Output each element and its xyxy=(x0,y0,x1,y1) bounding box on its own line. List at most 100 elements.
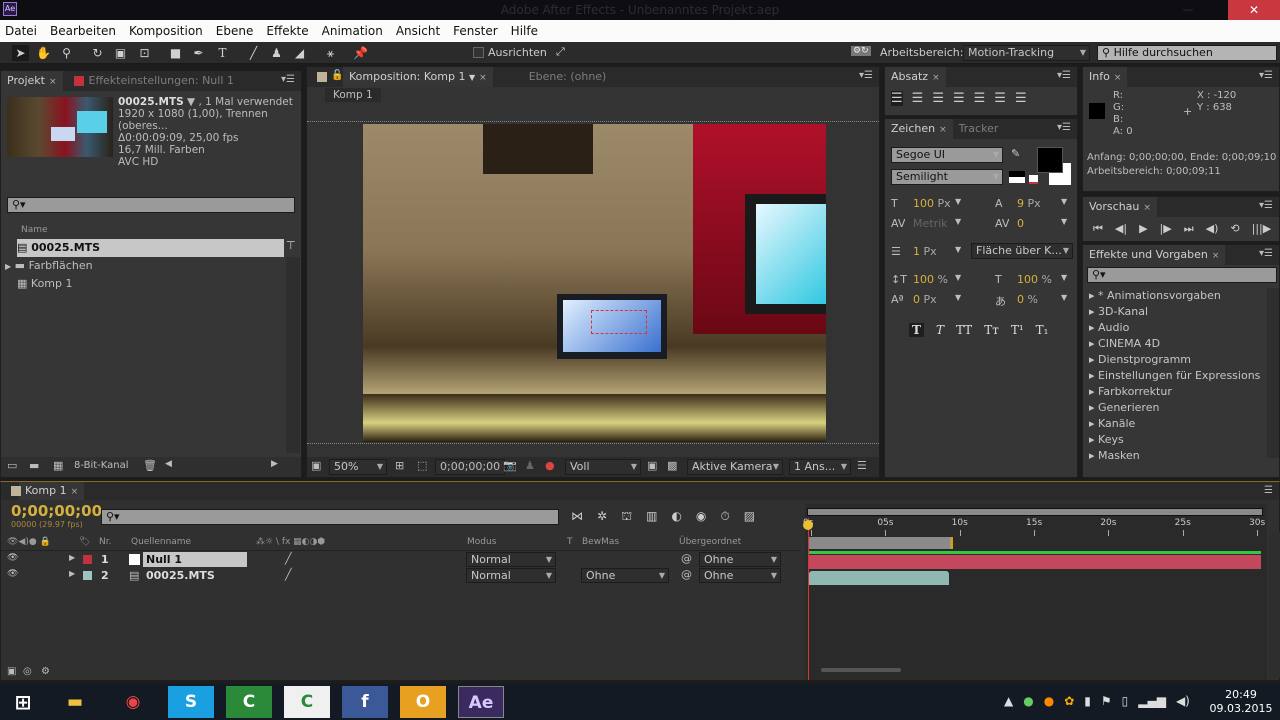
footage-dropdown-icon[interactable]: ▼ xyxy=(187,96,195,108)
project-scrollbar[interactable] xyxy=(286,257,300,453)
source-name-header[interactable]: Quellenname xyxy=(131,537,191,547)
justify-left-icon[interactable]: ☰ xyxy=(953,91,965,106)
timeline-scrollbar[interactable] xyxy=(1269,532,1280,678)
workspace-sync-icon[interactable]: ⚙↻ xyxy=(851,46,871,56)
tray-app-icon[interactable]: ● xyxy=(1044,694,1054,708)
project-item[interactable]: ▤ 00025.MTS xyxy=(17,239,284,257)
tray-app-icon[interactable]: ✿ xyxy=(1064,694,1074,708)
blend-mode-dropdown[interactable]: Normal xyxy=(466,552,556,567)
track-matte-dropdown[interactable]: Ohne xyxy=(581,568,669,583)
clock[interactable]: 20:49 09.03.2015 xyxy=(1206,688,1276,716)
effects-category[interactable]: ▸ Kanäle xyxy=(1083,416,1265,432)
layer-name[interactable]: Null 1 xyxy=(143,552,247,567)
kerning-value[interactable]: Metrik xyxy=(913,217,948,230)
first-frame-icon[interactable]: ⏮ xyxy=(1093,222,1103,236)
brainstorm-icon[interactable]: ◉ xyxy=(696,509,706,525)
work-area-bar[interactable] xyxy=(809,537,953,549)
faux-bold-button[interactable]: T xyxy=(909,323,924,337)
expand-layer-icon[interactable]: ▶ xyxy=(69,569,75,578)
tab-tracker[interactable]: Tracker xyxy=(953,119,1005,139)
comp-mini-flowchart-icon[interactable]: ⋈ xyxy=(571,509,583,525)
lock-icon[interactable]: 🔓 xyxy=(331,70,343,81)
parent-dropdown[interactable]: Ohne xyxy=(699,552,781,567)
visibility-icon[interactable]: 👁 xyxy=(7,553,18,563)
text-tool-icon[interactable]: T xyxy=(214,45,231,61)
menu-hilfe[interactable]: Hilfe xyxy=(511,24,538,38)
toggle-switches-icon[interactable]: ▣ xyxy=(7,666,16,677)
stroke-mode-dropdown[interactable]: Fläche über K... xyxy=(971,243,1073,259)
magnification-dropdown[interactable]: 50% xyxy=(329,459,387,475)
last-frame-icon[interactable]: ⏭ xyxy=(1184,222,1194,236)
align-left-icon[interactable]: ☰ xyxy=(891,91,903,106)
resolution-dropdown[interactable]: Voll xyxy=(565,459,641,475)
usb-icon[interactable]: ▮ xyxy=(1084,694,1091,708)
rectangle-tool-icon[interactable]: ■ xyxy=(167,45,184,61)
views-dropdown[interactable]: 1 Ans... xyxy=(789,459,851,475)
menu-bearbeiten[interactable]: Bearbeiten xyxy=(50,24,116,38)
faux-italic-button[interactable]: T xyxy=(936,323,944,337)
no-color-icon[interactable] xyxy=(1029,175,1038,184)
baseline-shift-value[interactable]: 0 Px xyxy=(913,293,937,306)
selection-tool-icon[interactable]: ➤ xyxy=(12,45,29,61)
after-effects-taskbar-icon[interactable]: Ae xyxy=(458,686,504,718)
effects-category[interactable]: ▸ Generieren xyxy=(1083,400,1265,416)
time-ruler[interactable]: 0s05s10s15s20s25s30s xyxy=(803,518,1267,536)
panel-menu-icon[interactable]: ▾☰ xyxy=(1259,200,1273,211)
effects-category[interactable]: ▸ Einstellungen für Expressions xyxy=(1083,368,1265,384)
font-style-dropdown[interactable]: Semilight xyxy=(891,169,1003,185)
safe-zones-icon[interactable]: ⊞ xyxy=(395,459,404,472)
close-button[interactable]: ✕ xyxy=(1228,0,1280,20)
pan-behind-tool-icon[interactable]: ⊡ xyxy=(136,45,153,61)
toggle-pixel-aspect-icon[interactable]: ☰ xyxy=(857,459,867,472)
signal-icon[interactable]: ▂▄▆ xyxy=(1138,694,1166,708)
superscript-button[interactable]: T¹ xyxy=(1011,323,1024,337)
next-frame-icon[interactable]: |▶ xyxy=(1160,222,1172,236)
menu-animation[interactable]: Animation xyxy=(322,24,383,38)
stroke-width-value[interactable]: 1 Px xyxy=(913,245,937,258)
tab-ebene[interactable]: Ebene: (ohne) xyxy=(523,67,613,87)
minimize-button[interactable]: — xyxy=(1176,0,1200,20)
layer-label-color[interactable] xyxy=(83,555,92,564)
flag-icon[interactable]: ⚑ xyxy=(1101,694,1112,708)
rotate-tool-icon[interactable]: ↻ xyxy=(89,45,106,61)
toggle-stretch-icon[interactable]: ⚙ xyxy=(41,666,50,677)
layer-label-color[interactable] xyxy=(83,571,92,580)
layer-bar-00025[interactable] xyxy=(809,571,949,585)
layer-row[interactable]: 👁 ▶ 2 ▤ 00025.MTS ╱ Normal Ohne @ Ohne xyxy=(1,568,801,584)
align-center-icon[interactable]: ☰ xyxy=(912,91,924,106)
leading-value[interactable]: 9 Px xyxy=(1017,197,1041,210)
frame-blending-icon[interactable]: ▥ xyxy=(646,509,657,525)
toggle-modes-icon[interactable]: ◎ xyxy=(23,666,32,677)
camtasia-icon[interactable]: C xyxy=(226,686,272,718)
align-expand-icon[interactable]: ⤢ xyxy=(556,45,565,59)
puppet-pin-tool-icon[interactable]: 📌 xyxy=(352,45,369,61)
comp-breadcrumb[interactable]: Komp 1 xyxy=(325,88,381,102)
current-time-indicator[interactable] xyxy=(808,518,809,680)
tab-timeline-komp-1[interactable]: Komp 1 × xyxy=(19,482,85,500)
trash-icon[interactable]: 🗑 xyxy=(143,459,157,472)
eraser-tool-icon[interactable]: ◢ xyxy=(291,45,308,61)
scroll-left-icon[interactable]: ◀ xyxy=(165,459,172,469)
zoom-slider[interactable] xyxy=(821,668,901,672)
effects-category[interactable]: ▸ * Animationsvorgaben xyxy=(1083,288,1265,304)
draft-3d-icon[interactable]: ✲ xyxy=(597,509,607,525)
tracking-value[interactable]: 0 xyxy=(1017,217,1024,230)
new-folder-icon[interactable]: ▬ xyxy=(29,459,39,472)
time-navigator[interactable] xyxy=(807,508,1263,516)
graph-editor-icon[interactable]: ▨ xyxy=(744,509,755,525)
comp-viewer-frame[interactable] xyxy=(363,124,826,442)
panel-menu-icon[interactable]: ▾☰ xyxy=(1259,70,1273,81)
brush-tool-icon[interactable]: ╱ xyxy=(245,45,262,61)
layer-row[interactable]: 👁 ▶ 1 Null 1 ╱ Normal @ Ohne xyxy=(1,552,801,568)
effects-category[interactable]: ▸ 3D-Kanal xyxy=(1083,304,1265,320)
small-caps-button[interactable]: Tт xyxy=(984,323,999,337)
font-family-dropdown[interactable]: Segoe UI xyxy=(891,147,1003,163)
show-snapshot-icon[interactable]: ♟ xyxy=(525,459,535,472)
previous-frame-icon[interactable]: ◀| xyxy=(1115,222,1127,236)
menu-datei[interactable]: Datei xyxy=(5,24,37,38)
menu-komposition[interactable]: Komposition xyxy=(129,24,203,38)
font-size-value[interactable]: 100 Px xyxy=(913,197,951,210)
panel-menu-icon[interactable]: ▾☰ xyxy=(859,70,873,81)
zoom-tool-icon[interactable]: ⚲ xyxy=(58,45,75,61)
flowchart-icon[interactable]: ⊤ xyxy=(286,239,296,252)
